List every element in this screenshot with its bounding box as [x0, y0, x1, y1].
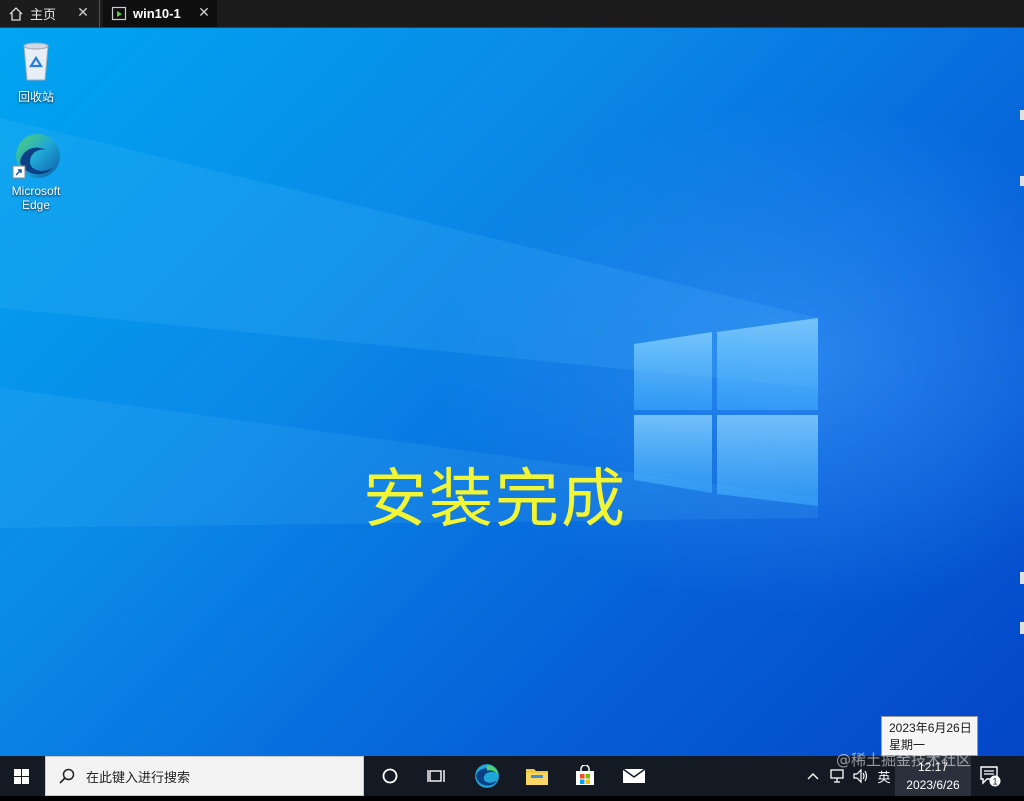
- network-icon: [830, 769, 844, 783]
- scroll-marker: [1020, 622, 1024, 634]
- desktop-icon-label: Edge: [21, 198, 51, 212]
- taskbar-file-explorer-button[interactable]: [513, 756, 561, 796]
- chevron-up-icon: [807, 773, 819, 780]
- edge-icon: [475, 764, 499, 788]
- divider: [99, 0, 100, 27]
- desktop-icon-label: Microsoft: [11, 184, 61, 198]
- scroll-marker: [1020, 110, 1024, 120]
- close-icon[interactable]: ✕: [76, 5, 90, 19]
- tab-home[interactable]: 主页 ✕: [0, 0, 100, 27]
- search-box[interactable]: 在此键入进行搜索: [45, 756, 364, 796]
- scroll-marker: [1020, 176, 1024, 186]
- task-view-icon: [427, 770, 445, 782]
- action-center-button[interactable]: 1: [975, 756, 1005, 796]
- cortana-icon: [382, 768, 398, 784]
- cortana-button[interactable]: [366, 756, 414, 796]
- notification-icon: 1: [980, 766, 1001, 787]
- home-icon: [9, 6, 23, 21]
- show-hidden-icons-button[interactable]: [802, 756, 824, 796]
- speaker-icon: [853, 768, 868, 784]
- store-icon: [576, 765, 594, 785]
- taskbar-store-button[interactable]: [561, 756, 609, 796]
- vm-console-icon: [111, 6, 127, 20]
- tab-bar: 主页 ✕ win10-1 ✕: [0, 0, 1024, 28]
- edge-icon: [12, 134, 60, 179]
- folder-icon: [526, 769, 548, 785]
- taskbar-mail-button[interactable]: [610, 756, 658, 796]
- wallpaper: [0, 118, 818, 528]
- clock-date: 2023/6/26: [906, 778, 960, 792]
- desktop-icon-edge[interactable]: Microsoft Edge: [0, 132, 72, 212]
- tab-vm[interactable]: win10-1 ✕: [103, 0, 217, 27]
- start-button[interactable]: [0, 756, 44, 796]
- search-icon: [59, 768, 75, 784]
- scroll-marker: [1020, 572, 1024, 584]
- windows-logo-icon: [14, 769, 29, 784]
- notification-count: 1: [992, 777, 997, 787]
- recycle-bin-icon: [23, 42, 49, 81]
- mail-icon: [622, 768, 646, 783]
- search-placeholder: 在此键入进行搜索: [86, 769, 191, 785]
- tooltip-date: 2023年6月26日: [889, 721, 972, 735]
- tab-home-label: 主页: [30, 7, 57, 22]
- desktop-icon-label: 回收站: [17, 90, 54, 104]
- overlay-caption: 安装完成: [363, 463, 627, 537]
- desktop-icon-recycle-bin[interactable]: 回收站: [0, 36, 72, 105]
- task-view-button[interactable]: [413, 756, 461, 796]
- watermark: @稀土掘金技术社区: [836, 751, 972, 769]
- tab-vm-label: win10-1: [133, 6, 181, 21]
- desktop[interactable]: 回收站 Microsoft Edge 安装完成: [0, 28, 1024, 756]
- taskbar-edge-button[interactable]: [463, 756, 511, 796]
- close-icon[interactable]: ✕: [197, 5, 211, 19]
